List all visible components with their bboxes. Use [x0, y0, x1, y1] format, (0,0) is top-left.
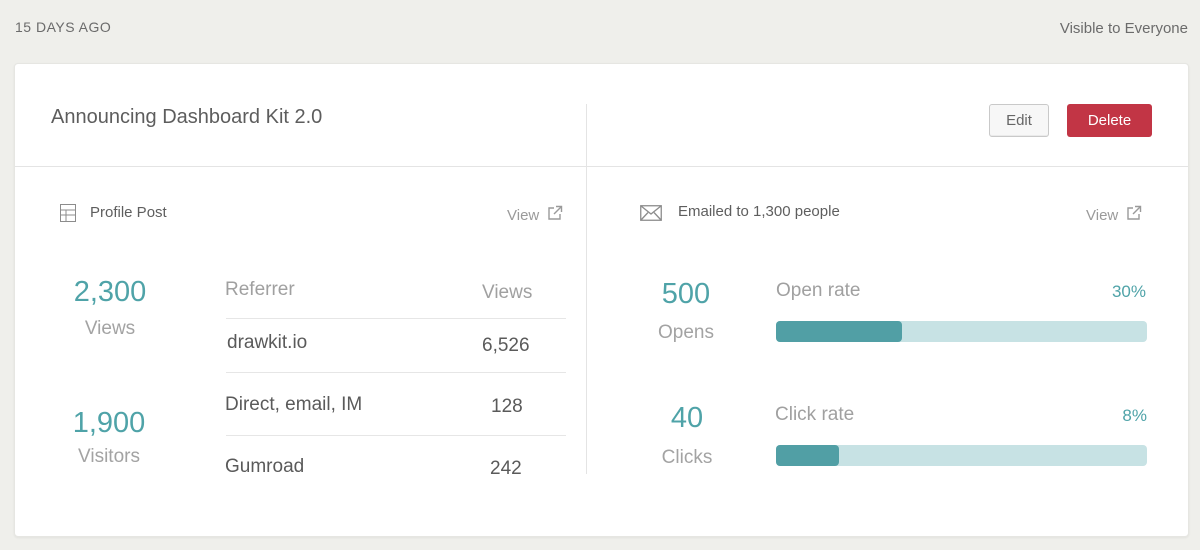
- external-link-icon: [547, 205, 563, 225]
- table-icon: [60, 204, 76, 227]
- referrer-cell: Gumroad: [225, 456, 305, 477]
- card-header: Announcing Dashboard Kit 2.0 Edit Delete: [15, 64, 1188, 167]
- delete-button[interactable]: Delete: [1067, 104, 1152, 137]
- external-link-icon: [1126, 205, 1142, 225]
- referrer-cell: Direct, email, IM: [225, 394, 363, 415]
- posted-time: 15 DAYS AGO: [15, 19, 112, 35]
- edit-button[interactable]: Edit: [989, 104, 1049, 137]
- views-cell: 242: [490, 458, 522, 479]
- open-rate-percent: 30%: [1111, 282, 1146, 301]
- open-rate-bar: [776, 321, 1147, 342]
- views-cell: 128: [491, 396, 523, 417]
- view-link-label: View: [507, 206, 540, 224]
- panel-divider: [586, 104, 587, 474]
- row-divider: [226, 372, 566, 373]
- row-divider: [226, 318, 566, 319]
- clicks-label: Clicks: [661, 447, 713, 468]
- views-count: 2,300: [73, 276, 147, 308]
- click-rate-percent: 8%: [1122, 406, 1147, 425]
- view-link-label: View: [1086, 206, 1119, 224]
- profile-post-label: Profile Post: [90, 204, 167, 221]
- row-divider: [226, 435, 566, 436]
- visibility-label: Visible to Everyone: [1059, 20, 1188, 37]
- visitors-label: Visitors: [78, 446, 140, 467]
- open-rate-bar-fill: [776, 321, 903, 342]
- email-view-link[interactable]: View: [1086, 205, 1142, 225]
- opens-count: 500: [661, 278, 711, 310]
- views-label: Views: [84, 318, 136, 339]
- emailed-label: Emailed to 1,300 people: [678, 203, 840, 220]
- envelope-icon: [640, 205, 662, 226]
- clicks-count: 40: [670, 402, 704, 434]
- views-column-header: Views: [482, 282, 533, 303]
- post-title: Announcing Dashboard Kit 2.0: [51, 106, 323, 128]
- profile-view-link[interactable]: View: [507, 205, 563, 225]
- visitors-count: 1,900: [72, 407, 146, 439]
- click-rate-bar: [776, 445, 1147, 466]
- open-rate-label: Open rate: [776, 280, 861, 301]
- referrer-column-header: Referrer: [225, 279, 295, 300]
- referrer-cell: drawkit.io: [227, 332, 308, 353]
- click-rate-label: Click rate: [775, 404, 855, 425]
- click-rate-bar-fill: [776, 445, 840, 466]
- views-cell: 6,526: [482, 335, 530, 356]
- opens-label: Opens: [658, 322, 714, 343]
